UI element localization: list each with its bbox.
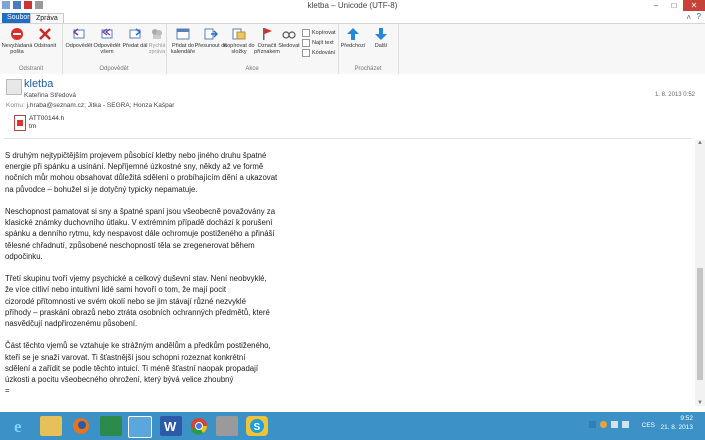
recipients-list[interactable]: j.hraba@seznam.cz; Jitka - SEGRA; Honza … — [27, 102, 175, 109]
recipients-label: Komu: — [6, 102, 25, 109]
group-label: Procházet — [354, 66, 382, 72]
network-icon[interactable] — [611, 421, 618, 428]
delete-x-icon — [39, 28, 51, 40]
collapse-ribbon-icon[interactable]: ˄ — [686, 13, 691, 22]
reply-icon — [72, 28, 85, 39]
clock[interactable]: 9:52 21. 8. 2013 — [660, 414, 693, 432]
message-sender[interactable]: Kateřina Středová — [24, 92, 76, 99]
recipients: Komu: j.hraba@seznam.cz; Jitka - SEGRA; … — [6, 102, 174, 109]
taskbar: e W S CES 9:52 21. 8. 2013 — [0, 412, 705, 440]
copy-to-folder-icon — [232, 28, 246, 40]
message-subject: kletba — [24, 78, 54, 90]
next-button[interactable]: Další — [366, 27, 396, 49]
svg-text:S: S — [254, 422, 261, 433]
input-language[interactable]: CES — [642, 422, 655, 429]
calendar-icon — [176, 28, 190, 40]
no-entry-icon — [11, 28, 23, 40]
watch-button[interactable]: Sledovat — [276, 27, 302, 49]
move-to-icon — [204, 28, 218, 40]
up-arrow-icon — [347, 28, 359, 40]
help-icon[interactable]: ? — [697, 12, 701, 21]
window-controls: – □ ✕ — [647, 0, 705, 11]
delete-button[interactable]: Odstranit — [28, 27, 62, 49]
ribbon: Nevyžádaná pošta Odstranit Odstranit Odp… — [0, 23, 705, 75]
group-label: Akce — [245, 66, 259, 72]
message-body: S druhým nejtypičtějším projevem působíc… — [5, 151, 278, 396]
down-arrow-icon — [375, 28, 387, 40]
minimize-button[interactable]: – — [647, 0, 665, 11]
svg-text:W: W — [164, 419, 177, 434]
attachment-name: ATT00144.h tm — [29, 115, 65, 130]
attachment[interactable]: ATT00144.h tm — [14, 115, 64, 131]
flag-icon — [263, 28, 272, 40]
volume-icon[interactable] — [622, 421, 629, 428]
scroll-up-icon[interactable]: ▲ — [697, 140, 703, 146]
tray-icons — [589, 421, 629, 428]
group-actions: Přidat do kalendáře Přesunout do Kopírov… — [166, 24, 339, 74]
skype-icon[interactable]: S — [246, 416, 268, 436]
file-explorer-icon[interactable] — [40, 416, 62, 436]
group-delete: Nevyžádaná pošta Odstranit Odstranit — [0, 24, 63, 74]
previous-button[interactable]: Předchozí — [338, 27, 368, 49]
message-date: 1. 8. 2013 0:52 — [654, 92, 695, 98]
watch-icon — [282, 31, 296, 39]
scroll-down-icon[interactable]: ▼ — [697, 400, 703, 406]
paint-icon[interactable] — [216, 416, 238, 436]
tray-arrow-icon[interactable] — [589, 421, 596, 428]
group-reply: Odpovědět Odpovědět všem Předat dál Rych… — [62, 24, 167, 74]
word-icon[interactable]: W — [160, 416, 182, 436]
tray-app-icon[interactable] — [600, 421, 607, 428]
internet-explorer-icon[interactable]: e — [10, 416, 32, 436]
scrollbar-thumb[interactable] — [697, 268, 703, 380]
find-text-button[interactable]: Najít text — [302, 38, 336, 48]
find-icon — [302, 39, 310, 47]
window-title: kletba – Unicode (UTF-8) — [307, 1, 398, 10]
chrome-icon[interactable] — [188, 416, 210, 436]
reply-all-icon — [101, 28, 113, 39]
avatar — [6, 79, 22, 95]
scrollbar[interactable]: ▲ ▼ — [695, 140, 705, 406]
maximize-button[interactable]: □ — [665, 0, 683, 11]
ribbon-tabs: Soubor Zpráva ˄ ? — [0, 12, 705, 24]
excel-icon[interactable] — [100, 416, 122, 436]
copy-icon — [302, 29, 310, 37]
group-browse: Předchozí Další Procházet — [338, 24, 399, 74]
live-mail-icon[interactable] — [128, 416, 152, 438]
encoding-button[interactable]: Kódování — [302, 48, 336, 58]
firefox-icon[interactable] — [70, 416, 92, 436]
title-bar: kletba – Unicode (UTF-8) – □ ✕ — [0, 0, 705, 12]
instant-message-icon — [152, 29, 162, 39]
header-divider — [4, 138, 691, 139]
actions-small-buttons: Kopírovat Najít text Kódování — [302, 28, 336, 58]
attachment-file-icon — [14, 115, 26, 131]
svg-text:e: e — [14, 417, 22, 436]
encoding-icon — [302, 49, 310, 57]
copy-button[interactable]: Kopírovat — [302, 28, 336, 38]
group-label: Odstranit — [18, 66, 44, 72]
group-label: Odpovědět — [99, 66, 129, 72]
close-button[interactable]: ✕ — [683, 0, 705, 11]
